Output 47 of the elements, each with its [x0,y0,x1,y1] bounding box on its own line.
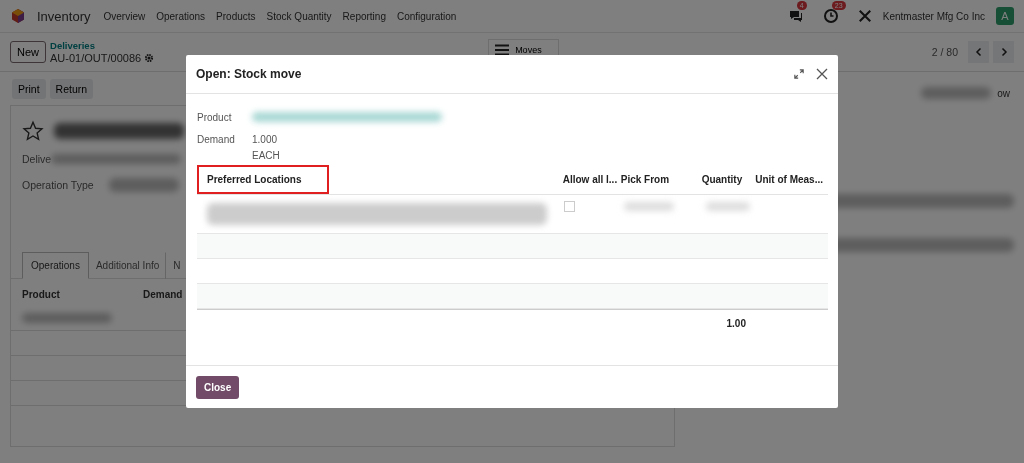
menu-item[interactable]: Stock Quantity [266,10,332,22]
breadcrumb-link[interactable]: Deliveries [50,40,155,52]
gear-icon[interactable] [144,53,155,63]
demand-unit: EACH [252,150,280,161]
action-button[interactable]: Print [12,78,46,99]
field-label: Delive [22,153,52,165]
previous-button[interactable] [968,41,989,63]
blurred-text [108,178,179,192]
close-button[interactable]: Close [196,375,240,399]
column-header: Demand [143,289,183,300]
expand-icon[interactable] [794,69,804,79]
close-icon[interactable] [816,68,828,80]
menu-item[interactable]: Overview [103,10,146,22]
demand-value: 1.000 [252,134,279,145]
clock-icon[interactable] [822,8,839,24]
menu-item[interactable]: Configuration [396,10,457,22]
menu-item[interactable]: Reporting [342,10,386,22]
blurred-text [921,87,992,99]
column-header[interactable]: Unit of Meas... [750,169,828,189]
record-name: AU-01/OUT/00086 [50,52,142,64]
chevron-left-icon [973,47,984,57]
list-icon [495,44,510,56]
field-label: Product [197,111,233,123]
app-name[interactable]: Inventory [37,8,91,24]
company-name[interactable]: Kentmaster Mfg Co Inc [882,10,985,22]
total-quantity: 1.00 [726,317,746,329]
dialog-title: Open: Stock move [196,67,302,81]
field-label: Demand [197,134,236,145]
chat-icon[interactable] [787,8,804,24]
menu-item[interactable]: Operations [156,10,206,22]
next-button[interactable] [993,41,1014,63]
action-button[interactable]: Return [49,78,94,99]
tab[interactable]: Additional Info [88,252,167,279]
menu-item[interactable]: Products [216,10,256,22]
column-header: Product [22,289,61,300]
column-header[interactable]: Quantity [696,169,748,189]
checkbox[interactable] [564,200,575,212]
column-header[interactable]: Preferred Locations [197,164,330,194]
star-icon[interactable] [22,120,44,142]
pager-text: 2 / 80 [931,46,958,58]
button-label[interactable]: ow [997,87,1010,99]
app-logo-icon[interactable] [10,8,26,24]
field-label: Operation Type [22,179,94,191]
blurred-text [624,201,674,211]
new-button[interactable]: New [10,41,46,63]
user-avatar[interactable]: A [996,7,1014,25]
tab[interactable]: Operations [22,252,89,279]
